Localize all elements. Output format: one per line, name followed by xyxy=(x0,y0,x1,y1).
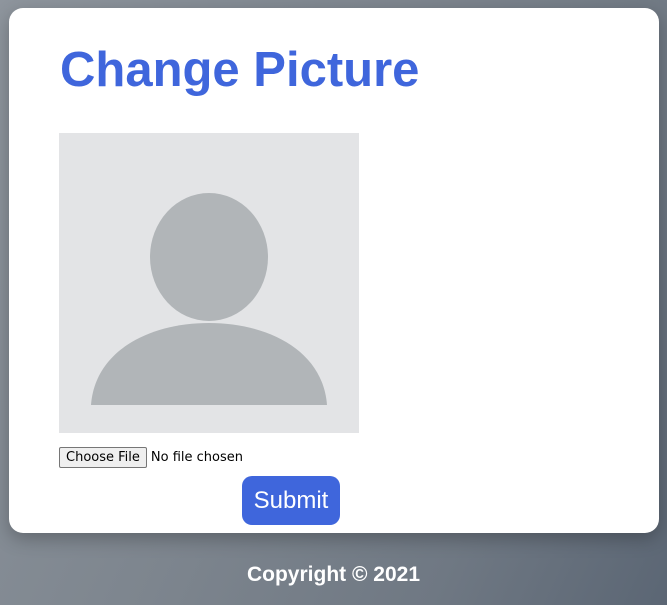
default-user-silhouette-icon xyxy=(91,193,327,405)
file-input: Choose File No file chosen xyxy=(59,447,243,468)
change-picture-card: Change Picture Choose File No file chose… xyxy=(9,8,659,533)
submit-button[interactable]: Submit xyxy=(242,476,340,525)
page-title: Change Picture xyxy=(60,43,420,97)
file-status-text: No file chosen xyxy=(150,450,243,465)
footer-copyright: Copyright © 2021 xyxy=(246,563,420,586)
choose-file-button[interactable]: Choose File xyxy=(59,447,147,468)
avatar-shoulders xyxy=(91,323,327,405)
avatar xyxy=(59,133,359,433)
avatar-head xyxy=(150,193,268,321)
